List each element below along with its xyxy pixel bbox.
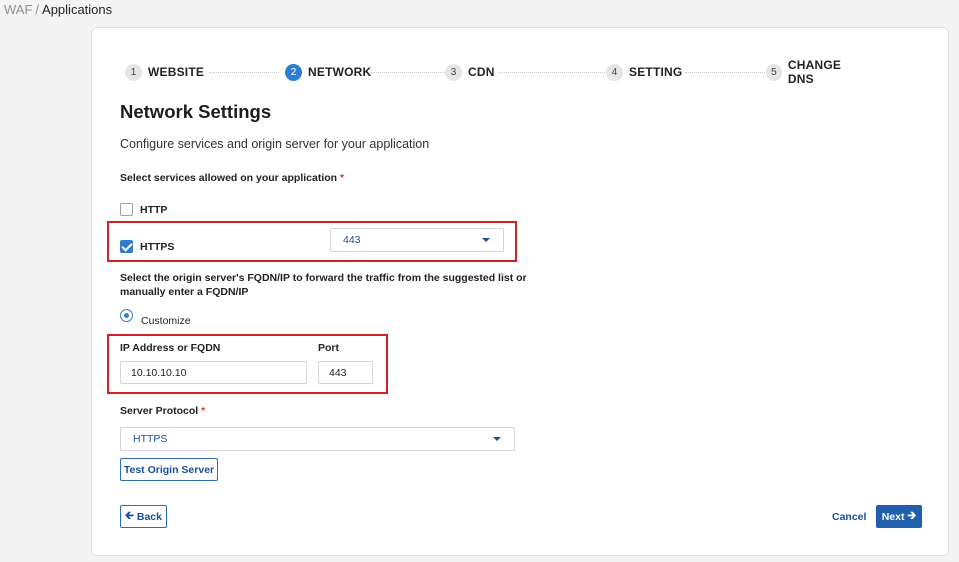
- port-field-label: Port: [318, 342, 339, 354]
- next-button[interactable]: Next 🡲: [876, 505, 922, 528]
- step-label: SETTING: [629, 65, 683, 79]
- https-checkbox[interactable]: [120, 240, 133, 253]
- server-protocol-select[interactable]: HTTPS: [120, 427, 515, 451]
- step-label: CHANGE DNS: [787, 58, 842, 86]
- required-mark: *: [201, 405, 206, 417]
- step-network[interactable]: 2 NETWORK: [285, 63, 371, 81]
- next-label: Next: [881, 510, 905, 523]
- customize-radio[interactable]: [120, 309, 133, 322]
- breadcrumb-separator: /: [35, 2, 40, 17]
- https-port-select[interactable]: 443: [330, 228, 504, 252]
- page-title: Network Settings: [120, 101, 272, 122]
- wizard-card: 1 WEBSITE 2 NETWORK 3 CDN 4 SETTING 5 CH…: [91, 27, 949, 556]
- back-label: Back: [136, 510, 162, 523]
- ip-field-label: IP Address or FQDN: [120, 342, 221, 354]
- step-setting[interactable]: 4 SETTING: [606, 63, 682, 81]
- step-label: CDN: [468, 65, 495, 79]
- port-value: 443: [329, 366, 347, 379]
- step-connector: [499, 72, 605, 73]
- step-number: 1: [125, 63, 142, 81]
- step-cdn[interactable]: 3 CDN: [445, 63, 495, 81]
- test-origin-server-label: Test Origin Server: [123, 463, 215, 476]
- step-connector: [371, 72, 445, 73]
- step-number: 4: [606, 63, 623, 81]
- services-label: Select services allowed on your applicat…: [120, 171, 344, 185]
- back-button[interactable]: 🡰 Back: [120, 505, 167, 528]
- step-number: 5: [766, 63, 782, 81]
- page-subtitle: Configure services and origin server for…: [120, 137, 430, 151]
- origin-label-line2: manually enter a FQDN/IP: [120, 286, 249, 298]
- step-number: 2: [285, 63, 302, 81]
- origin-label-line1: Select the origin server's FQDN/IP to fo…: [120, 272, 527, 284]
- cancel-link[interactable]: Cancel: [832, 511, 866, 523]
- protocol-label-text: Server Protocol: [120, 405, 199, 417]
- step-number: 3: [445, 63, 462, 81]
- https-label: HTTPS: [140, 241, 175, 253]
- step-label: WEBSITE: [148, 65, 205, 79]
- protocol-label: Server Protocol *: [120, 404, 205, 418]
- step-connector: [685, 72, 765, 73]
- customize-label: Customize: [141, 315, 191, 327]
- step-label: NETWORK: [308, 65, 372, 79]
- https-port-value: 443: [343, 234, 361, 246]
- test-origin-server-button[interactable]: Test Origin Server: [120, 458, 218, 481]
- services-label-text: Select services allowed on your applicat…: [120, 172, 338, 184]
- step-website[interactable]: 1 WEBSITE: [125, 63, 204, 81]
- http-label: HTTP: [140, 204, 168, 216]
- chevron-down-icon: [482, 238, 490, 242]
- ip-address-input[interactable]: 10.10.10.10: [120, 361, 307, 384]
- ip-address-value: 10.10.10.10: [131, 366, 187, 379]
- http-checkbox[interactable]: [120, 203, 133, 216]
- arrow-left-icon: 🡰: [125, 510, 134, 522]
- breadcrumb-root[interactable]: WAF: [4, 2, 32, 17]
- required-mark: *: [340, 172, 345, 184]
- breadcrumb: WAF / Applications: [4, 2, 112, 17]
- chevron-down-icon: [493, 437, 501, 441]
- wizard-stepper: 1 WEBSITE 2 NETWORK 3 CDN 4 SETTING 5 CH…: [125, 58, 865, 86]
- breadcrumb-current: Applications: [42, 2, 113, 17]
- arrow-right-icon: 🡲: [907, 510, 917, 522]
- server-protocol-value: HTTPS: [133, 433, 168, 445]
- step-change-dns[interactable]: 5 CHANGE DNS: [766, 58, 865, 86]
- origin-label: Select the origin server's FQDN/IP to fo…: [120, 271, 540, 299]
- step-connector: [209, 72, 279, 73]
- port-input[interactable]: 443: [318, 361, 373, 384]
